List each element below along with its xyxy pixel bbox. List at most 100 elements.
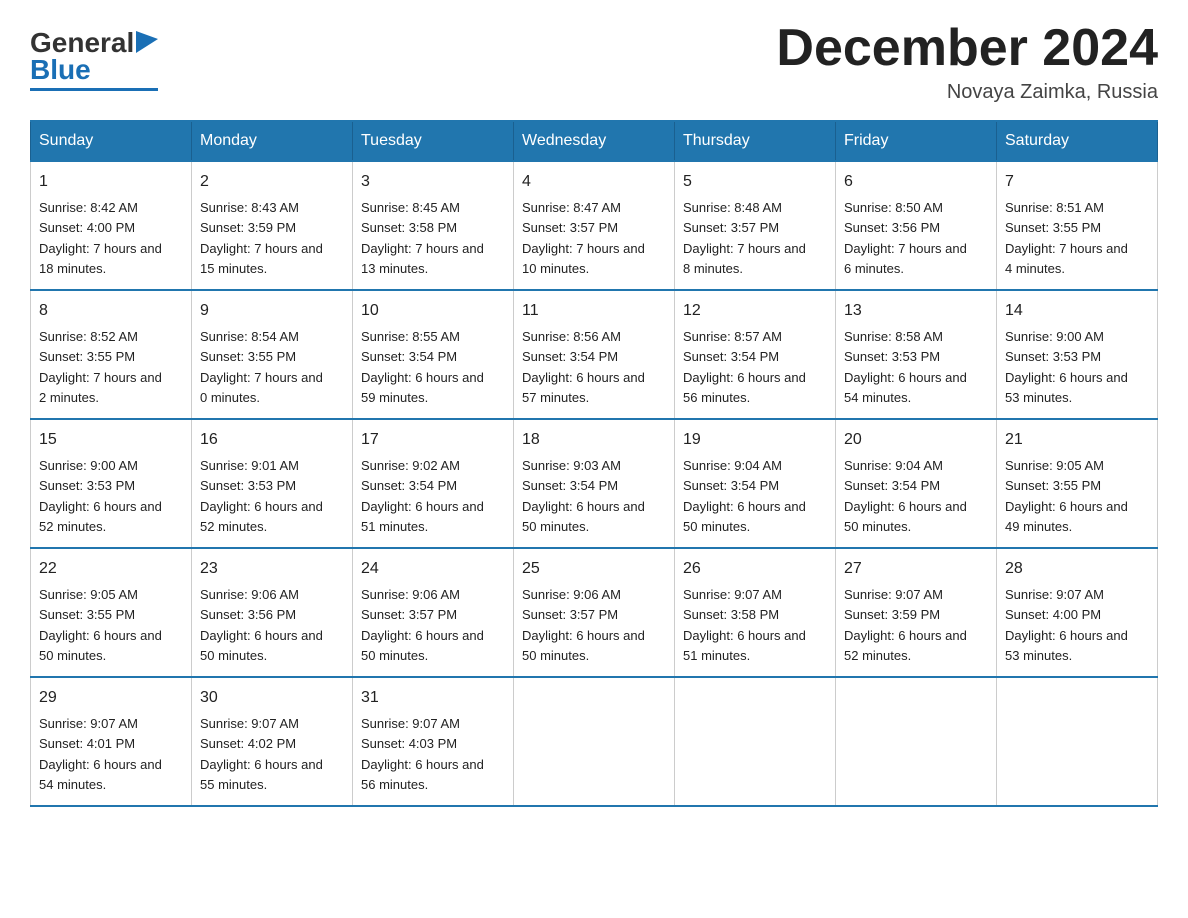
table-row <box>675 677 836 806</box>
day-info: Sunrise: 9:06 AMSunset: 3:56 PMDaylight:… <box>200 587 323 663</box>
table-row: 13 Sunrise: 8:58 AMSunset: 3:53 PMDaylig… <box>836 290 997 419</box>
table-row: 1 Sunrise: 8:42 AMSunset: 4:00 PMDayligh… <box>31 161 192 290</box>
calendar-header-row: Sunday Monday Tuesday Wednesday Thursday… <box>31 121 1158 161</box>
table-row: 17 Sunrise: 9:02 AMSunset: 3:54 PMDaylig… <box>353 419 514 548</box>
calendar-week-row: 15 Sunrise: 9:00 AMSunset: 3:53 PMDaylig… <box>31 419 1158 548</box>
day-info: Sunrise: 9:06 AMSunset: 3:57 PMDaylight:… <box>522 587 645 663</box>
day-info: Sunrise: 9:07 AMSunset: 4:01 PMDaylight:… <box>39 716 162 792</box>
table-row: 14 Sunrise: 9:00 AMSunset: 3:53 PMDaylig… <box>997 290 1158 419</box>
table-row: 3 Sunrise: 8:45 AMSunset: 3:58 PMDayligh… <box>353 161 514 290</box>
day-info: Sunrise: 8:58 AMSunset: 3:53 PMDaylight:… <box>844 329 967 405</box>
day-info: Sunrise: 9:07 AMSunset: 4:03 PMDaylight:… <box>361 716 484 792</box>
day-info: Sunrise: 9:07 AMSunset: 3:58 PMDaylight:… <box>683 587 806 663</box>
day-number: 31 <box>361 686 505 710</box>
table-row: 7 Sunrise: 8:51 AMSunset: 3:55 PMDayligh… <box>997 161 1158 290</box>
location: Novaya Zaimka, Russia <box>776 81 1158 104</box>
day-number: 10 <box>361 299 505 323</box>
page-header: General Blue December 2024 Novaya Zaimka… <box>30 20 1158 104</box>
day-info: Sunrise: 8:50 AMSunset: 3:56 PMDaylight:… <box>844 200 967 276</box>
day-number: 1 <box>39 170 183 194</box>
calendar-table: Sunday Monday Tuesday Wednesday Thursday… <box>30 120 1158 807</box>
day-info: Sunrise: 9:04 AMSunset: 3:54 PMDaylight:… <box>683 458 806 534</box>
calendar-week-row: 22 Sunrise: 9:05 AMSunset: 3:55 PMDaylig… <box>31 548 1158 677</box>
table-row: 21 Sunrise: 9:05 AMSunset: 3:55 PMDaylig… <box>997 419 1158 548</box>
day-number: 12 <box>683 299 827 323</box>
day-info: Sunrise: 8:47 AMSunset: 3:57 PMDaylight:… <box>522 200 645 276</box>
day-number: 13 <box>844 299 988 323</box>
day-number: 15 <box>39 428 183 452</box>
header-tuesday: Tuesday <box>353 121 514 161</box>
day-number: 18 <box>522 428 666 452</box>
table-row <box>997 677 1158 806</box>
day-info: Sunrise: 8:54 AMSunset: 3:55 PMDaylight:… <box>200 329 323 405</box>
header-friday: Friday <box>836 121 997 161</box>
day-info: Sunrise: 8:57 AMSunset: 3:54 PMDaylight:… <box>683 329 806 405</box>
table-row: 6 Sunrise: 8:50 AMSunset: 3:56 PMDayligh… <box>836 161 997 290</box>
day-info: Sunrise: 9:05 AMSunset: 3:55 PMDaylight:… <box>1005 458 1128 534</box>
day-number: 26 <box>683 557 827 581</box>
day-number: 8 <box>39 299 183 323</box>
calendar-week-row: 29 Sunrise: 9:07 AMSunset: 4:01 PMDaylig… <box>31 677 1158 806</box>
day-number: 2 <box>200 170 344 194</box>
month-title: December 2024 <box>776 20 1158 77</box>
day-info: Sunrise: 9:02 AMSunset: 3:54 PMDaylight:… <box>361 458 484 534</box>
day-info: Sunrise: 8:43 AMSunset: 3:59 PMDaylight:… <box>200 200 323 276</box>
day-number: 29 <box>39 686 183 710</box>
table-row: 19 Sunrise: 9:04 AMSunset: 3:54 PMDaylig… <box>675 419 836 548</box>
day-number: 23 <box>200 557 344 581</box>
day-info: Sunrise: 9:00 AMSunset: 3:53 PMDaylight:… <box>39 458 162 534</box>
day-number: 4 <box>522 170 666 194</box>
table-row: 8 Sunrise: 8:52 AMSunset: 3:55 PMDayligh… <box>31 290 192 419</box>
day-number: 16 <box>200 428 344 452</box>
day-info: Sunrise: 9:04 AMSunset: 3:54 PMDaylight:… <box>844 458 967 534</box>
day-info: Sunrise: 9:07 AMSunset: 4:02 PMDaylight:… <box>200 716 323 792</box>
day-number: 25 <box>522 557 666 581</box>
table-row: 4 Sunrise: 8:47 AMSunset: 3:57 PMDayligh… <box>514 161 675 290</box>
table-row: 18 Sunrise: 9:03 AMSunset: 3:54 PMDaylig… <box>514 419 675 548</box>
table-row: 15 Sunrise: 9:00 AMSunset: 3:53 PMDaylig… <box>31 419 192 548</box>
day-info: Sunrise: 8:56 AMSunset: 3:54 PMDaylight:… <box>522 329 645 405</box>
table-row: 31 Sunrise: 9:07 AMSunset: 4:03 PMDaylig… <box>353 677 514 806</box>
day-info: Sunrise: 8:51 AMSunset: 3:55 PMDaylight:… <box>1005 200 1128 276</box>
day-number: 7 <box>1005 170 1149 194</box>
table-row: 10 Sunrise: 8:55 AMSunset: 3:54 PMDaylig… <box>353 290 514 419</box>
day-number: 22 <box>39 557 183 581</box>
day-number: 9 <box>200 299 344 323</box>
day-number: 14 <box>1005 299 1149 323</box>
day-number: 3 <box>361 170 505 194</box>
logo-triangle-icon <box>136 31 158 53</box>
header-thursday: Thursday <box>675 121 836 161</box>
day-info: Sunrise: 9:06 AMSunset: 3:57 PMDaylight:… <box>361 587 484 663</box>
table-row: 20 Sunrise: 9:04 AMSunset: 3:54 PMDaylig… <box>836 419 997 548</box>
day-info: Sunrise: 9:07 AMSunset: 3:59 PMDaylight:… <box>844 587 967 663</box>
logo-blue: Blue <box>30 54 91 85</box>
logo-divider <box>30 88 158 91</box>
table-row: 22 Sunrise: 9:05 AMSunset: 3:55 PMDaylig… <box>31 548 192 677</box>
table-row: 12 Sunrise: 8:57 AMSunset: 3:54 PMDaylig… <box>675 290 836 419</box>
day-info: Sunrise: 8:55 AMSunset: 3:54 PMDaylight:… <box>361 329 484 405</box>
day-number: 21 <box>1005 428 1149 452</box>
table-row: 23 Sunrise: 9:06 AMSunset: 3:56 PMDaylig… <box>192 548 353 677</box>
header-saturday: Saturday <box>997 121 1158 161</box>
table-row: 30 Sunrise: 9:07 AMSunset: 4:02 PMDaylig… <box>192 677 353 806</box>
logo: General Blue <box>30 28 158 91</box>
header-monday: Monday <box>192 121 353 161</box>
day-number: 5 <box>683 170 827 194</box>
table-row: 9 Sunrise: 8:54 AMSunset: 3:55 PMDayligh… <box>192 290 353 419</box>
day-number: 28 <box>1005 557 1149 581</box>
header-wednesday: Wednesday <box>514 121 675 161</box>
table-row: 11 Sunrise: 8:56 AMSunset: 3:54 PMDaylig… <box>514 290 675 419</box>
day-info: Sunrise: 8:52 AMSunset: 3:55 PMDaylight:… <box>39 329 162 405</box>
table-row: 27 Sunrise: 9:07 AMSunset: 3:59 PMDaylig… <box>836 548 997 677</box>
table-row <box>514 677 675 806</box>
day-info: Sunrise: 9:05 AMSunset: 3:55 PMDaylight:… <box>39 587 162 663</box>
table-row <box>836 677 997 806</box>
day-info: Sunrise: 9:00 AMSunset: 3:53 PMDaylight:… <box>1005 329 1128 405</box>
table-row: 16 Sunrise: 9:01 AMSunset: 3:53 PMDaylig… <box>192 419 353 548</box>
day-info: Sunrise: 9:07 AMSunset: 4:00 PMDaylight:… <box>1005 587 1128 663</box>
day-info: Sunrise: 8:42 AMSunset: 4:00 PMDaylight:… <box>39 200 162 276</box>
day-info: Sunrise: 9:01 AMSunset: 3:53 PMDaylight:… <box>200 458 323 534</box>
table-row: 28 Sunrise: 9:07 AMSunset: 4:00 PMDaylig… <box>997 548 1158 677</box>
table-row: 2 Sunrise: 8:43 AMSunset: 3:59 PMDayligh… <box>192 161 353 290</box>
day-info: Sunrise: 8:45 AMSunset: 3:58 PMDaylight:… <box>361 200 484 276</box>
